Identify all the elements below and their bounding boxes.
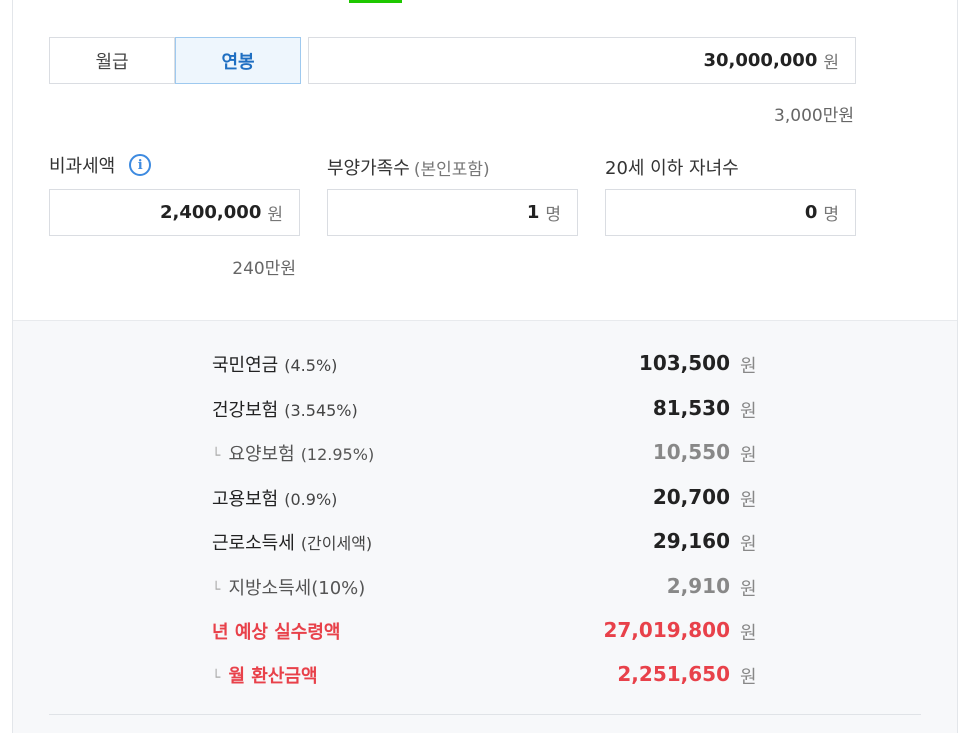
result-unit: 원 — [740, 579, 757, 600]
result-amount: 10,550 — [652, 440, 730, 464]
result-amount: 81,530 — [652, 396, 730, 420]
children-input[interactable]: 0 명 — [605, 189, 856, 236]
result-rate: (12.95%) — [300, 445, 375, 464]
result-unit: 원 — [740, 534, 757, 555]
result-row: └ 지방소득세(10%) 2,910 원 — [13, 574, 957, 618]
result-unit: 원 — [740, 445, 757, 466]
results-panel: 국민연금 (4.5%) 103,500 원 건강보험 (3.545%) 81,530… — [13, 320, 957, 733]
result-name: 요양보험 — [228, 444, 295, 465]
result-rate: (4.5%) — [284, 356, 338, 375]
result-unit: 원 — [740, 401, 757, 422]
divider — [49, 714, 921, 715]
result-name: 지방소득세(10%) — [228, 578, 366, 599]
non-taxable-label: 비과세액 i — [49, 152, 152, 178]
children-label: 20세 이하 자녀수 — [605, 154, 739, 180]
result-name: 근로소득세 — [212, 533, 295, 554]
non-taxable-in-manwon: 240만원 — [232, 259, 296, 279]
result-row: 건강보험 (3.545%) 81,530 원 — [13, 396, 957, 440]
result-amount: 103,500 — [638, 351, 730, 375]
result-row: └ 요양보험 (12.95%) 10,550 원 — [13, 440, 957, 484]
non-taxable-label-text: 비과세액 — [49, 156, 116, 177]
children-label-text: 20세 이하 자녀수 — [605, 158, 739, 179]
result-amount: 20,700 — [652, 485, 730, 509]
result-name: 건강보험 — [212, 400, 279, 421]
result-rate: (간이세액) — [300, 534, 373, 553]
dependents-label-paren: (본인포함) — [413, 159, 490, 180]
children-value: 0 — [804, 202, 818, 223]
dependents-unit: 명 — [545, 205, 561, 225]
dependents-label-text: 부양가족수 — [327, 158, 410, 179]
result-name: 년 예상 실수령액 — [212, 622, 341, 643]
tab-annual[interactable]: 연봉 — [175, 37, 301, 84]
tab-monthly[interactable]: 월급 — [49, 37, 175, 84]
salary-in-manwon: 3,000만원 — [774, 106, 854, 126]
non-taxable-value: 2,400,000 — [160, 202, 262, 223]
monthly-net-pay-row: └ 월 환산금액 2,251,650 원 — [13, 662, 957, 706]
salary-input[interactable]: 30,000,000 원 — [308, 37, 856, 84]
result-name: 국민연금 — [212, 355, 279, 376]
result-row: 고용보험 (0.9%) 20,700 원 — [13, 485, 957, 529]
branch-icon: └ — [212, 582, 221, 598]
result-name: 월 환산금액 — [228, 666, 318, 687]
annual-net-pay-row: 년 예상 실수령액 27,019,800 원 — [13, 618, 957, 662]
result-amount: 29,160 — [652, 529, 730, 553]
non-taxable-input[interactable]: 2,400,000 원 — [49, 189, 300, 236]
result-unit: 원 — [740, 667, 757, 688]
result-unit: 원 — [740, 623, 757, 644]
dependents-input[interactable]: 1 명 — [327, 189, 578, 236]
result-unit: 원 — [740, 356, 757, 377]
result-row: 국민연금 (4.5%) 103,500 원 — [13, 351, 957, 395]
info-icon[interactable]: i — [129, 154, 152, 176]
dependents-label: 부양가족수 (본인포함) — [327, 154, 490, 180]
result-amount: 2,910 — [666, 574, 730, 598]
result-unit: 원 — [740, 490, 757, 511]
children-unit: 명 — [823, 205, 839, 225]
non-taxable-unit: 원 — [267, 205, 283, 225]
result-row: 근로소득세 (간이세액) 29,160 원 — [13, 529, 957, 573]
branch-icon: └ — [212, 448, 221, 464]
result-rate: (0.9%) — [284, 490, 338, 509]
result-name: 고용보험 — [212, 489, 279, 510]
pay-type-toggle: 월급 연봉 — [49, 37, 301, 84]
result-amount: 27,019,800 — [603, 618, 730, 642]
salary-value: 30,000,000 — [703, 50, 818, 71]
active-tab-indicator — [349, 0, 402, 3]
dependents-value: 1 — [526, 202, 540, 223]
branch-icon: └ — [212, 670, 221, 686]
salary-unit: 원 — [823, 53, 839, 73]
result-rate: (3.545%) — [284, 401, 358, 420]
result-amount: 2,251,650 — [617, 662, 730, 686]
